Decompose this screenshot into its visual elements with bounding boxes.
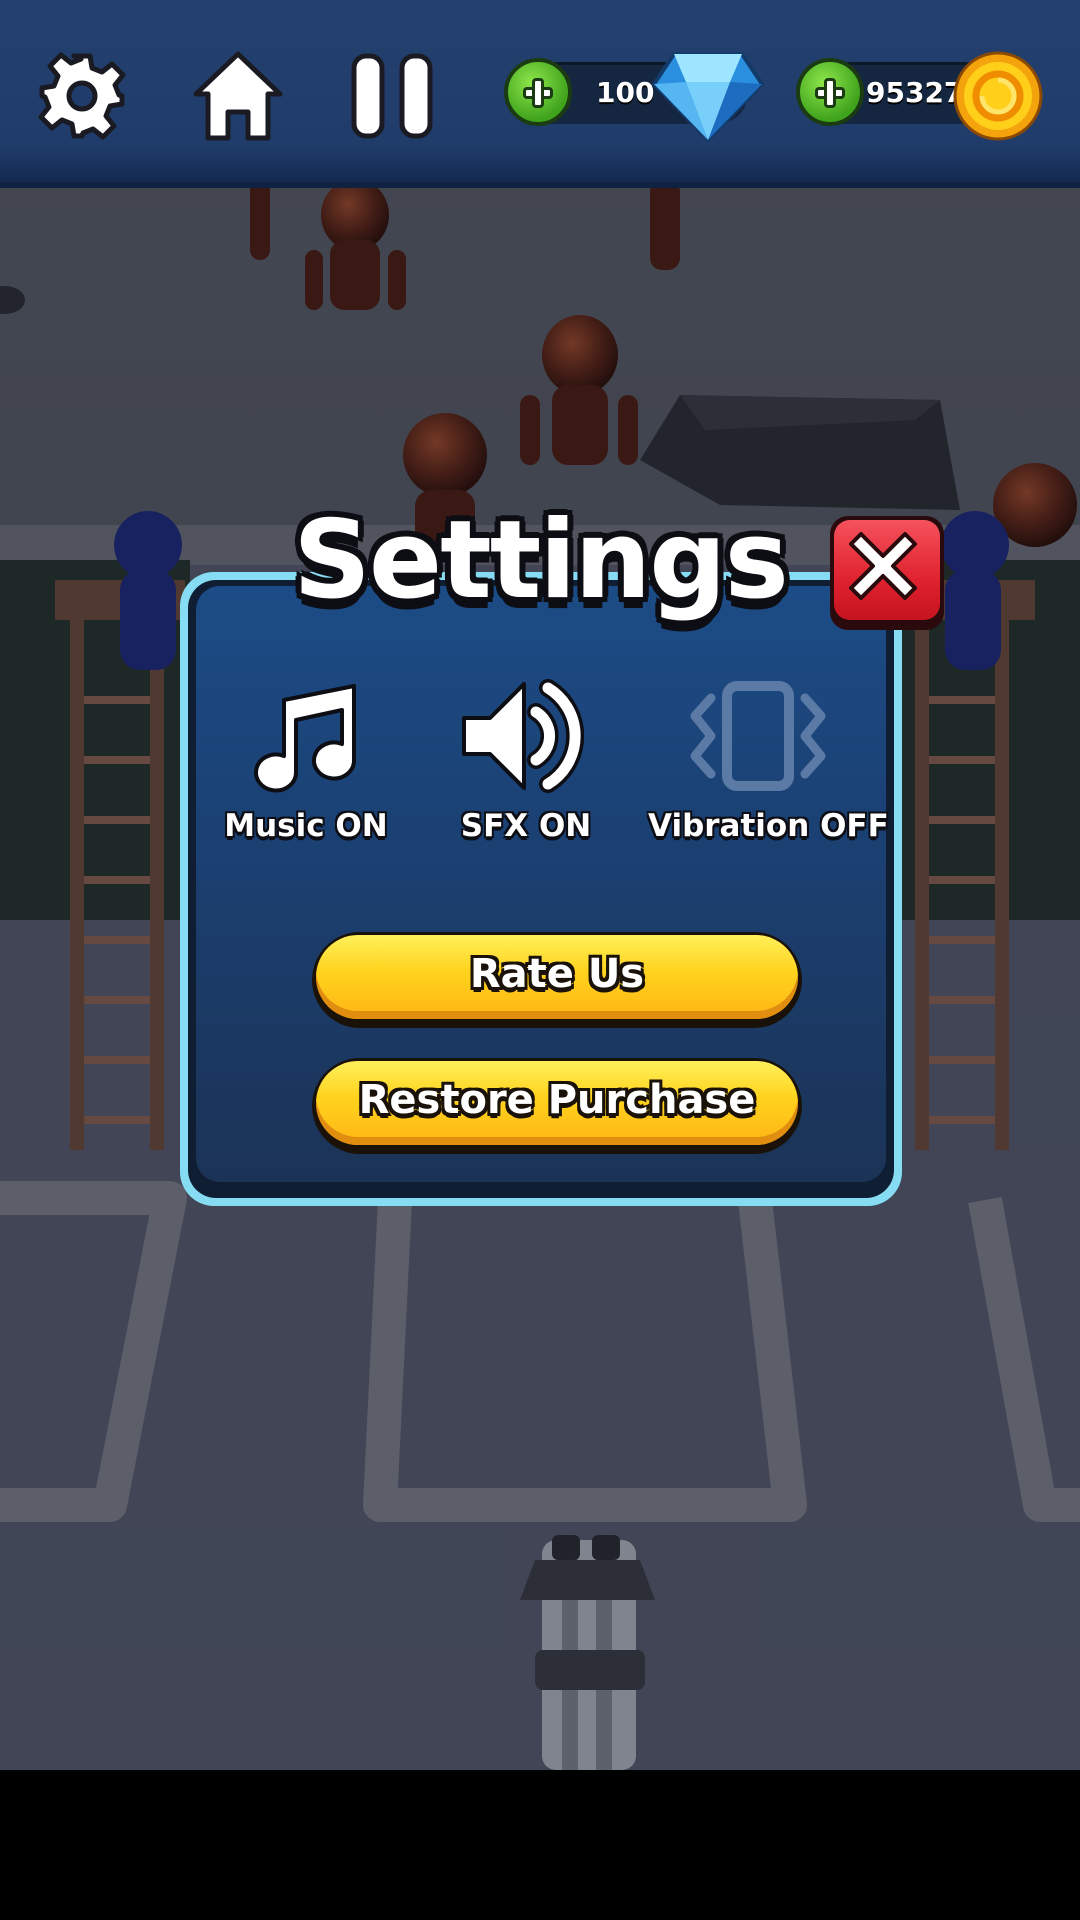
add-gems-button[interactable] — [504, 58, 572, 126]
close-button[interactable] — [830, 516, 944, 630]
top-hud: 100 95327 — [0, 0, 1080, 188]
gem-count: 100 — [596, 76, 655, 109]
coin-count: 95327 — [866, 76, 964, 109]
music-toggle-label: Music ON — [224, 808, 388, 844]
sfx-toggle-label: SFX ON — [460, 808, 592, 844]
vibration-toggle-label: Vibration OFF — [648, 808, 889, 844]
gear-icon — [38, 52, 126, 140]
settings-panel: Music ON SFX ON Vibration OFF Rate Us Re… — [180, 572, 902, 1206]
vibration-icon — [690, 681, 826, 791]
home-icon — [193, 51, 283, 141]
settings-gear-button[interactable] — [34, 48, 130, 144]
sfx-toggle[interactable]: SFX ON — [436, 676, 616, 844]
diamond-icon — [652, 52, 764, 142]
restore-purchase-label: Restore Purchase — [358, 1077, 756, 1123]
vibration-toggle[interactable]: Vibration OFF — [648, 676, 889, 844]
add-coins-button[interactable] — [796, 58, 864, 126]
close-icon — [849, 532, 917, 600]
music-note-icon — [254, 684, 357, 793]
home-button[interactable] — [190, 48, 286, 144]
rate-us-button[interactable]: Rate Us — [312, 932, 802, 1028]
restore-purchase-button[interactable]: Restore Purchase — [312, 1058, 802, 1154]
pause-icon — [351, 53, 433, 139]
coin-icon — [953, 51, 1043, 141]
music-toggle[interactable]: Music ON — [216, 676, 396, 844]
speaker-icon — [462, 679, 585, 793]
rate-us-label: Rate Us — [469, 951, 645, 997]
pause-button[interactable] — [344, 48, 440, 144]
bottom-black-bar — [0, 1770, 1080, 1920]
